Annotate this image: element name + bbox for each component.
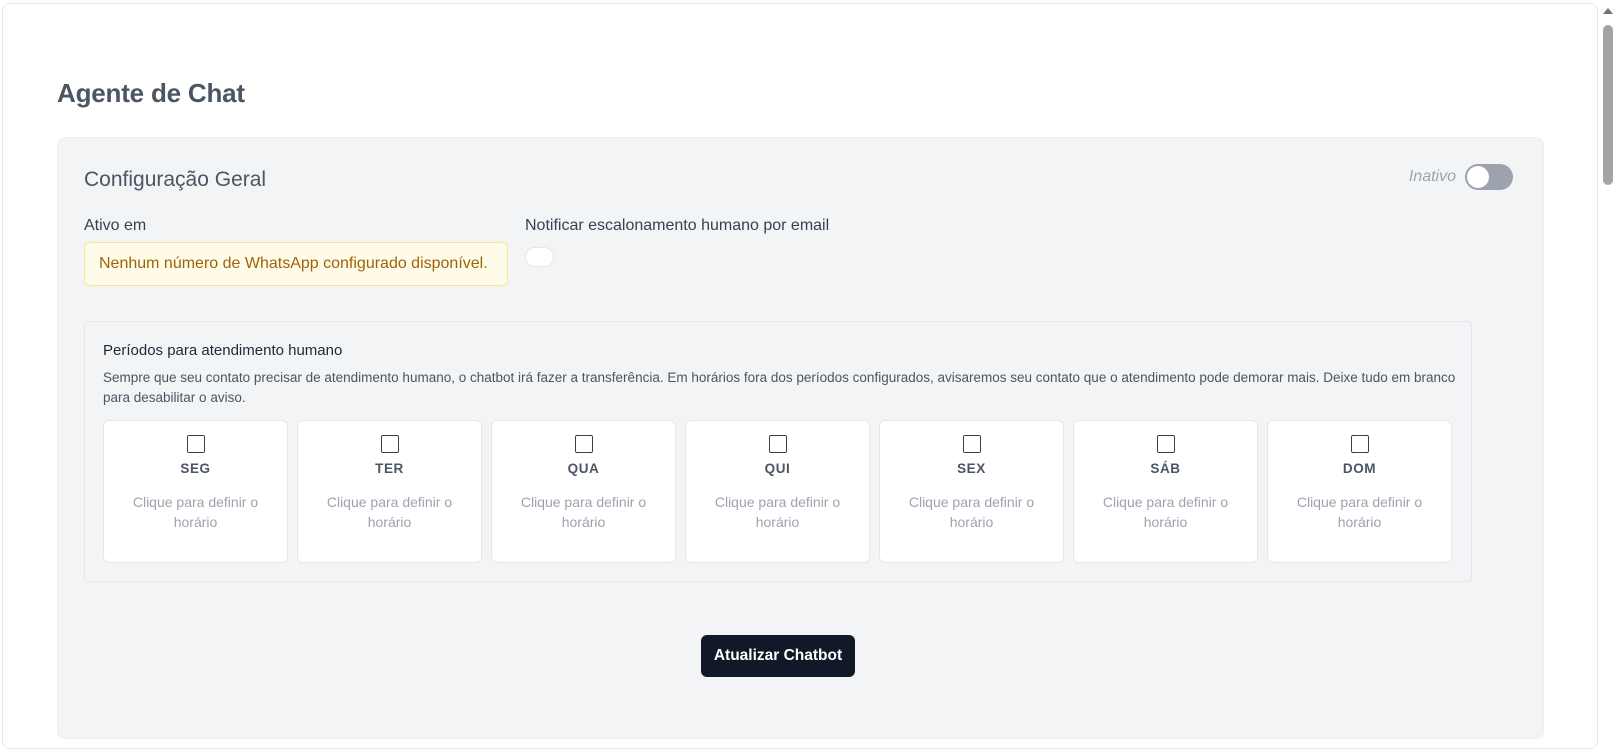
day-checkbox[interactable] [1156,435,1175,453]
app-frame: Agente de Chat Configuração Geral Inativ… [2,3,1598,749]
scroll-up-arrow-icon[interactable] [1603,8,1613,14]
day-checkbox[interactable] [186,435,205,453]
day-card-qui[interactable]: QUI Clique para definir o horário [685,420,870,563]
day-card-ter[interactable]: TER Clique para definir o horário [297,420,482,563]
page-title: Agente de Chat [57,78,245,108]
day-card-seg[interactable]: SEG Clique para definir o horário [103,420,288,563]
day-name: TER [375,461,404,476]
day-hint[interactable]: Clique para definir o horário [320,492,460,532]
vertical-scrollbar[interactable] [1598,0,1618,749]
chatbot-status: Inativo [1409,164,1513,190]
day-checkbox[interactable] [768,435,787,453]
day-checkbox[interactable] [574,435,593,453]
day-name: DOM [1342,461,1377,476]
general-config-card: Configuração Geral Inativo Ativo em Nenh… [57,137,1544,739]
day-checkbox[interactable] [1350,435,1369,453]
day-hint[interactable]: Clique para definir o horário [514,492,654,532]
day-checkbox[interactable] [380,435,399,453]
day-name: QUI [764,461,791,476]
status-label: Inativo [1408,168,1456,185]
periods-title: Períodos para atendimento humano [103,342,343,359]
whatsapp-warning: Nenhum número de WhatsApp configurado di… [84,242,508,286]
day-name: SEX [957,461,986,476]
whatsapp-warning-text: Nenhum número de WhatsApp configurado di… [99,255,488,272]
human-service-periods: Períodos para atendimento humano Sempre … [84,321,1472,582]
scroll-thumb[interactable] [1603,25,1613,185]
day-name: SÁB [1150,461,1181,476]
day-name: SEG [180,461,211,476]
general-config-title: Configuração Geral [84,168,267,191]
periods-description: Sempre que seu contato precisar de atend… [103,370,1456,405]
days-row: SEG Clique para definir o horário TER Cl… [103,420,1452,563]
active-on-label: Ativo em [84,217,147,234]
update-chatbot-button[interactable]: Atualizar Chatbot [701,635,855,677]
day-hint[interactable]: Clique para definir o horário [1096,492,1236,532]
day-hint[interactable]: Clique para definir o horário [708,492,848,532]
day-name: QUA [567,461,600,476]
notify-email-toggle[interactable] [525,247,554,267]
day-hint[interactable]: Clique para definir o horário [1290,492,1430,532]
day-card-sab[interactable]: SÁB Clique para definir o horário [1073,420,1258,563]
day-card-dom[interactable]: DOM Clique para definir o horário [1267,420,1452,563]
day-card-qua[interactable]: QUA Clique para definir o horário [491,420,676,563]
toggle-knob [1467,166,1489,188]
notify-email-label: Notificar escalonamento humano por email [525,217,830,234]
day-card-sex[interactable]: SEX Clique para definir o horário [879,420,1064,563]
day-checkbox[interactable] [962,435,981,453]
day-hint[interactable]: Clique para definir o horário [126,492,266,532]
day-hint[interactable]: Clique para definir o horário [902,492,1042,532]
active-toggle[interactable] [1465,164,1513,190]
